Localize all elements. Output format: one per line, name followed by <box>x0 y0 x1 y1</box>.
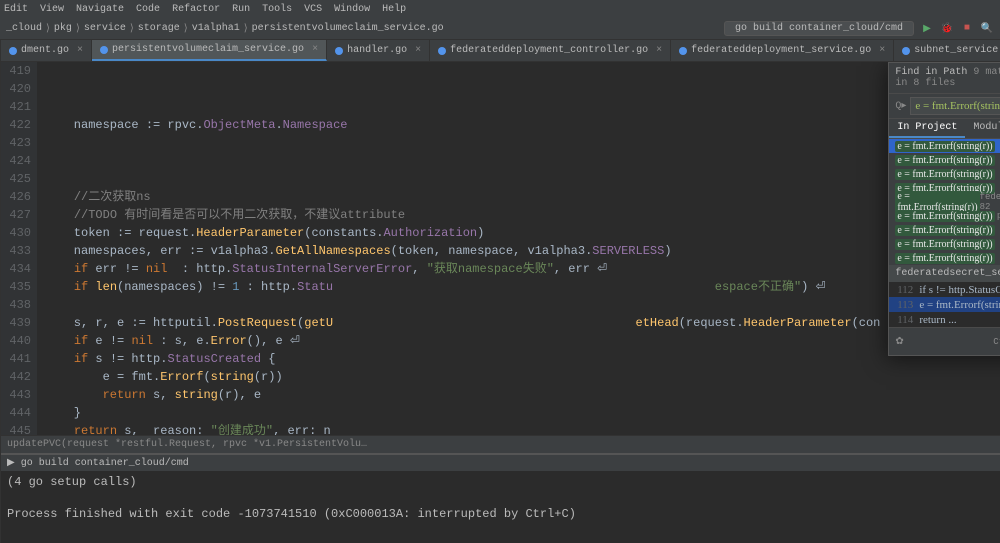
search-icon[interactable]: 🔍 <box>980 22 994 36</box>
close-icon[interactable]: × <box>656 45 662 56</box>
menu-run[interactable]: Run <box>232 4 250 15</box>
breadcrumb-segment[interactable]: _cloud <box>6 23 42 34</box>
breadcrumb: _cloud⟩pkg⟩service⟩storage⟩v1alpha1⟩pers… <box>6 23 444 35</box>
find-tab[interactable]: In Project <box>889 119 965 138</box>
find-hint: Ctrl+Enter <box>993 337 1000 347</box>
editor-tab[interactable]: subnet_service.go× <box>894 40 1000 61</box>
debug-icon[interactable]: 🐞 <box>940 22 954 36</box>
menu-view[interactable]: View <box>40 4 64 15</box>
find-title: Find in Path <box>895 67 967 78</box>
settings-icon[interactable]: ✿ <box>895 336 903 348</box>
find-result-row[interactable]: e = fmt.Errorf(string(r))federatedsecret… <box>889 139 1000 153</box>
find-scope-tabs: In ProjectModuleDirectoryScope <box>889 119 1000 139</box>
find-results[interactable]: e = fmt.Errorf(string(r))federatedsecret… <box>889 139 1000 265</box>
menu-navigate[interactable]: Navigate <box>76 4 124 15</box>
close-icon[interactable]: × <box>312 44 318 55</box>
stop-icon[interactable]: ■ <box>960 22 974 36</box>
breadcrumb-segment[interactable]: storage <box>138 23 180 34</box>
find-query-input[interactable] <box>910 97 1000 115</box>
editor-tab[interactable]: federateddeployment_controller.go× <box>430 40 671 61</box>
find-result-row[interactable]: e = fmt.Errorf(string(r))vpc_service.go … <box>889 251 1000 265</box>
menu-refactor[interactable]: Refactor <box>172 4 220 15</box>
menu-vcs[interactable]: VCS <box>304 4 322 15</box>
run-output[interactable]: (4 go setup calls)Process finished with … <box>7 475 1000 523</box>
editor-tab[interactable]: persistentvolumeclaim_service.go× <box>92 40 327 61</box>
breadcrumb-segment[interactable]: v1alpha1 <box>192 23 240 34</box>
toolbar: _cloud⟩pkg⟩service⟩storage⟩v1alpha1⟩pers… <box>0 18 1000 40</box>
editor-breadcrumb[interactable]: updatePVC(request *restful.Request, rpvc… <box>1 435 1000 453</box>
find-result-row[interactable]: e = fmt.Errorf(string(r))secret_service.… <box>889 167 1000 181</box>
editor-tabs: dment.go×persistentvolumeclaim_service.g… <box>1 40 1000 62</box>
breadcrumb-segment[interactable]: service <box>84 23 126 34</box>
editor-tab[interactable]: dment.go× <box>1 40 92 61</box>
close-icon[interactable]: × <box>77 45 83 56</box>
find-result-row[interactable]: e = fmt.Errorf(string(r))configmap_servc… <box>889 153 1000 167</box>
find-preview[interactable]: 112 if s != http.StatusOK {113 e = fmt.E… <box>889 282 1000 327</box>
editor-tab[interactable]: handler.go× <box>327 40 430 61</box>
close-icon[interactable]: × <box>879 45 885 56</box>
find-in-path-popup: Find in Path 9 matches in 8 files File m… <box>888 62 1000 356</box>
run-tool-window: ▶ go build container_cloud/cmd (4 go set… <box>1 453 1000 543</box>
run-configuration-selector[interactable]: go build container_cloud/cmd <box>724 21 914 36</box>
find-tab[interactable]: Module <box>965 119 1000 138</box>
menu-edit[interactable]: Edit <box>4 4 28 15</box>
editor-gutter: 4194204214224234244254264274304334344354… <box>1 62 37 435</box>
breadcrumb-segment[interactable]: persistentvolumeclaim_service.go <box>252 23 444 34</box>
breadcrumb-segment[interactable]: pkg <box>54 23 72 34</box>
editor-code[interactable]: namespace := rpvc.ObjectMeta.Namespace /… <box>37 62 1000 435</box>
menu-help[interactable]: Help <box>382 4 406 15</box>
run-header[interactable]: ▶ go build container_cloud/cmd <box>1 455 1000 471</box>
find-result-row[interactable]: e = fmt.Errorf(string(r))vpc_service.go … <box>889 237 1000 251</box>
preview-file-header: federatedsecret_service.go pkg/service <box>889 265 1000 282</box>
find-result-row[interactable]: e = fmt.Errorf(string(r))subnet_service.… <box>889 223 1000 237</box>
menu-window[interactable]: Window <box>334 4 370 15</box>
find-result-row[interactable]: e = fmt.Errorf(string(r))persistentvolum… <box>889 209 1000 223</box>
find-result-row[interactable]: e = fmt.Errorf(string(r))federatedpersis… <box>889 195 1000 209</box>
run-icon[interactable]: ▶ <box>920 22 934 36</box>
editor-tab[interactable]: federateddeployment_service.go× <box>671 40 894 61</box>
close-icon[interactable]: × <box>415 45 421 56</box>
menu-tools[interactable]: Tools <box>262 4 292 15</box>
editor[interactable]: 4194204214224234244254264274304334344354… <box>1 62 1000 435</box>
main-menu-bar: Edit View Navigate Code Refactor Run Tools VCS W… <box>0 0 1000 18</box>
menu-code[interactable]: Code <box>136 4 160 15</box>
